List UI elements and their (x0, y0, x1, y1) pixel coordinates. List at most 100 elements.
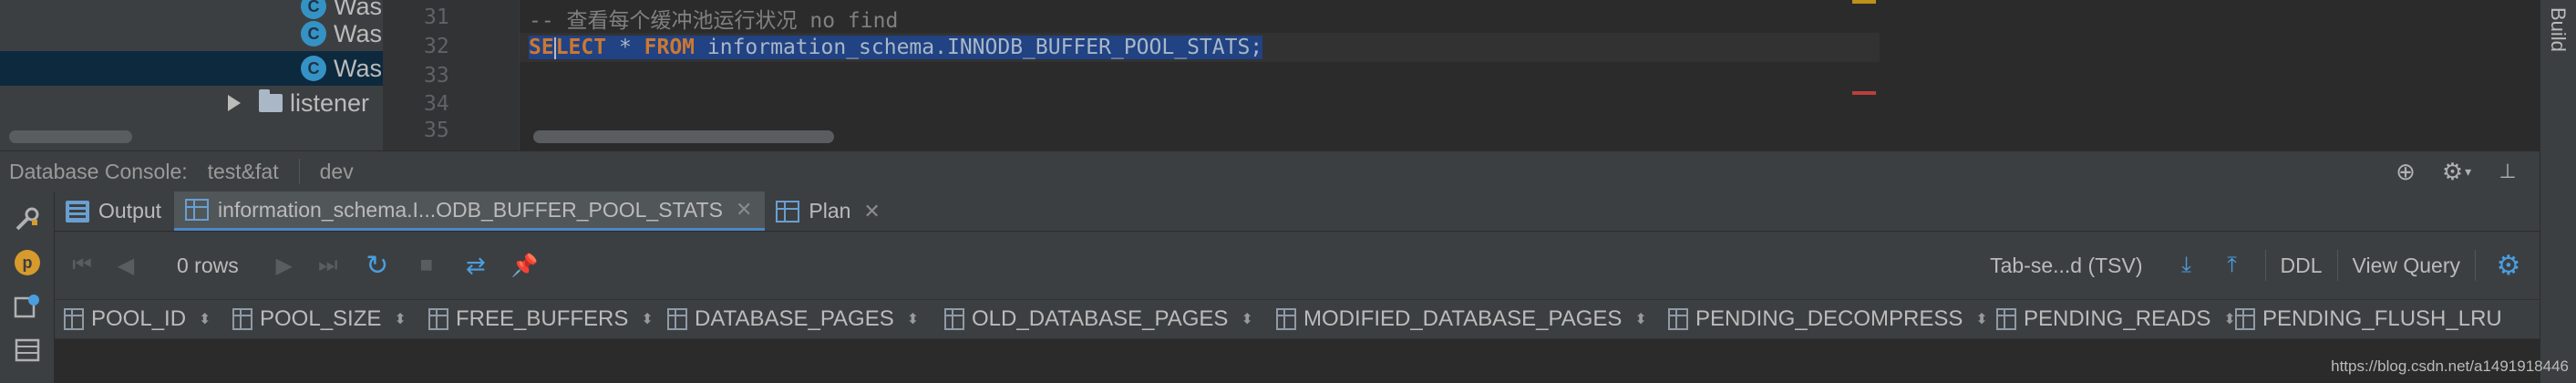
refresh-icon[interactable]: ↻ (359, 247, 396, 284)
ddl-button[interactable]: DDL (2281, 254, 2323, 278)
code-line-32[interactable]: SELECT * FROM information_schema.INNODB_… (520, 33, 1880, 62)
upload-icon[interactable]: ⤒ (2214, 247, 2251, 284)
sort-icon[interactable]: ⬍ (641, 310, 653, 328)
divider (2475, 250, 2476, 281)
folder-icon (259, 89, 283, 112)
column-icon (667, 308, 687, 330)
download-icon[interactable]: ⤓ (2169, 247, 2205, 284)
column-header-pending-reads[interactable]: PENDING_READS ⬍ (1987, 306, 2236, 332)
error-marker[interactable] (1852, 91, 1876, 95)
column-icon (944, 308, 964, 330)
grid-view-icon[interactable] (13, 336, 42, 365)
column-header-pending-flush-lru[interactable]: PENDING_FLUSH_LRU (2226, 306, 2502, 332)
column-name: PENDING_DECOMPRESS (1695, 306, 1963, 331)
line-number: 32 (424, 35, 449, 58)
row-count: 0 rows (177, 253, 239, 277)
sort-icon[interactable]: ⬍ (1975, 310, 1987, 328)
column-header-modified-database-pages[interactable]: MODIFIED_DATABASE_PAGES ⬍ (1267, 306, 1659, 332)
tab-buffer-pool-stats[interactable]: information_schema.I...ODB_BUFFER_POOL_S… (174, 192, 766, 231)
export-format-select[interactable]: Tab-se...d (TSV) (1990, 254, 2142, 278)
column-icon (428, 308, 448, 330)
sql-keyword-select-end: LECT (555, 36, 607, 59)
line-number: 35 (424, 119, 449, 142)
compare-icon[interactable]: ⇄ (458, 247, 494, 284)
divider (298, 159, 300, 184)
column-icon (2235, 308, 2255, 330)
project-horizontal-scrollbar[interactable] (9, 130, 132, 143)
sql-comment: -- 查看每个缓冲池运行状况 no find (529, 9, 899, 33)
column-name: MODIFIED_DATABASE_PAGES (1303, 306, 1623, 331)
view-query-button[interactable]: View Query (2353, 254, 2460, 278)
pin-icon[interactable]: ⊥ (2494, 158, 2521, 185)
result-tabs: Output information_schema.I...ODB_BUFFER… (55, 192, 2540, 232)
table-icon (776, 200, 800, 223)
column-icon (1668, 308, 1688, 330)
history-icon[interactable] (13, 292, 42, 321)
column-name: OLD_DATABASE_PAGES (972, 306, 1229, 331)
tree-item-listener[interactable]: listener (228, 86, 383, 120)
column-name: FREE_BUFFERS (456, 306, 629, 331)
line-gutter: 31 32 33 34 35 (383, 0, 520, 150)
divider (2264, 250, 2266, 281)
tree-item-was-2[interactable]: C Was (301, 16, 383, 51)
console-header-actions: ⊕ ⚙ ▾ ⊥ (2392, 158, 2521, 185)
code-line-31[interactable]: -- 查看每个缓冲池运行状况 no find (520, 4, 1880, 33)
close-icon[interactable]: ✕ (863, 200, 880, 223)
sort-icon[interactable]: ⬍ (199, 310, 211, 328)
console-left-toolbar: p (0, 192, 55, 383)
tab-label: information_schema.I...ODB_BUFFER_POOL_S… (218, 197, 723, 222)
column-icon (64, 308, 84, 330)
target-icon[interactable]: ⊕ (2392, 158, 2419, 185)
last-page-icon[interactable]: ⏭ (310, 247, 346, 284)
settings-gear-icon[interactable]: ⚙ (2490, 247, 2527, 284)
right-tool-sidebar: Build (2540, 0, 2576, 383)
sort-icon[interactable]: ⬍ (1241, 310, 1252, 328)
close-icon[interactable]: ✕ (736, 198, 752, 222)
wrench-icon[interactable] (13, 204, 42, 233)
column-header-pending-decompress[interactable]: PENDING_DECOMPRESS ⬍ (1659, 306, 1988, 332)
sql-keyword-from: FROM (644, 36, 696, 59)
tab-plan[interactable]: Plan ✕ (765, 192, 892, 231)
column-header-pool-size[interactable]: POOL_SIZE ⬍ (223, 306, 419, 332)
sort-icon[interactable]: ⬍ (394, 310, 406, 328)
column-header-database-pages[interactable]: DATABASE_PAGES ⬍ (658, 306, 935, 332)
column-header-old-database-pages[interactable]: OLD_DATABASE_PAGES ⬍ (935, 306, 1267, 332)
warning-marker[interactable] (1852, 0, 1876, 4)
sort-icon[interactable]: ⬍ (907, 310, 919, 328)
parameters-icon[interactable]: p (13, 248, 42, 277)
sql-editor[interactable]: 31 32 33 34 35 -- 查看每个缓冲池运行状况 no find SE… (383, 0, 1880, 150)
editor-horizontal-scrollbar[interactable] (533, 130, 834, 143)
top-area: C Was C Was C Was listener 31 32 33 34 3… (0, 0, 2576, 150)
previous-page-icon[interactable]: ◀ (108, 247, 144, 284)
console-title: Database Console: (9, 159, 188, 183)
gear-icon[interactable]: ⚙ ▾ (2442, 158, 2471, 185)
next-page-icon[interactable]: ▶ (266, 247, 303, 284)
tree-item-label: Was (334, 54, 382, 82)
table-icon (185, 199, 210, 221)
column-name: PENDING_READS (2024, 306, 2211, 331)
console-breadcrumb-dev[interactable]: dev (320, 160, 354, 184)
result-grid-body[interactable] (55, 339, 2540, 383)
column-header-free-buffers[interactable]: FREE_BUFFERS ⬍ (419, 306, 658, 332)
console-breadcrumb-test-fat[interactable]: test&fat (208, 160, 279, 184)
tab-output[interactable]: Output (55, 192, 174, 231)
column-icon (1276, 308, 1296, 330)
build-tool-tab[interactable]: Build (2546, 7, 2570, 52)
line-number: 31 (424, 5, 449, 29)
column-name: PENDING_FLUSH_LRU (2262, 306, 2502, 331)
watermark-text: https://blog.csdn.net/a1491918446 (2331, 357, 2569, 375)
pin-tab-icon[interactable]: 📌 (507, 247, 543, 284)
column-header-pool-id[interactable]: POOL_ID ⬍ (55, 306, 223, 332)
class-icon: C (301, 21, 326, 47)
project-tree-panel: C Was C Was C Was listener (0, 0, 383, 150)
tree-item-was-3[interactable]: C Was (0, 51, 383, 86)
column-name: POOL_SIZE (260, 306, 382, 331)
result-column-headers: POOL_ID ⬍ POOL_SIZE ⬍ FREE_BUFFERS ⬍ DAT… (55, 299, 2540, 339)
column-icon (232, 308, 252, 330)
stop-icon[interactable]: ■ (408, 247, 445, 284)
database-console-header: Database Console: test&fat dev ⊕ ⚙ ▾ ⊥ (0, 150, 2540, 192)
result-toolbar: ⏮ ◀ 0 rows ▶ ⏭ ↻ ■ ⇄ 📌 Tab-se...d (TSV) … (55, 232, 2540, 299)
expand-arrow-icon[interactable] (228, 95, 241, 111)
first-page-icon[interactable]: ⏮ (64, 247, 100, 284)
sort-icon[interactable]: ⬍ (1634, 310, 1646, 328)
